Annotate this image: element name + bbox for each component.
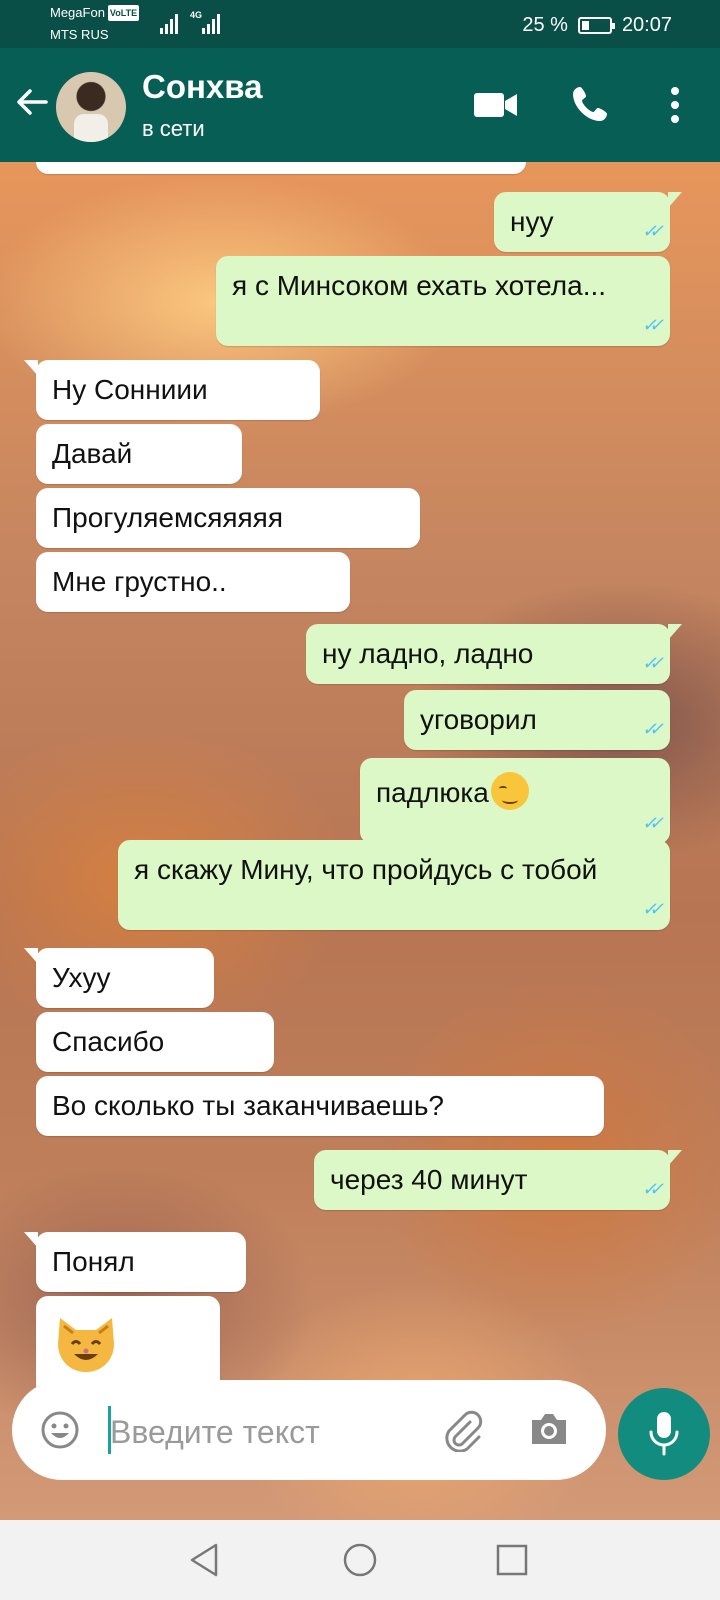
contact-status: в сети (142, 116, 205, 141)
volte-badge: VoLTE (107, 5, 140, 21)
message-text: Ухуу (52, 962, 111, 993)
message-bubble-in[interactable]: Понял (24, 1232, 246, 1292)
message-text: уговорил (420, 704, 537, 735)
message-text: я скажу Мину, что пройдусь с тобой (134, 854, 598, 885)
message-bubble-out[interactable]: ну ладно, ладно ✓✓ (306, 624, 682, 684)
read-ticks-icon: ✓✓ (641, 653, 664, 673)
emoji-icon[interactable] (40, 1410, 80, 1450)
message-bubble-out[interactable]: падлюка ✓✓ (360, 758, 670, 844)
camera-icon[interactable] (528, 1410, 570, 1448)
message-bubble-out[interactable]: я скажу Мину, что пройдусь с тобой ✓✓ (118, 840, 670, 930)
message-text: Ну Сонниии (52, 374, 208, 405)
signal-icon (160, 12, 178, 34)
message-text: нуу (510, 206, 554, 237)
cat-smile-emoji (58, 1318, 114, 1372)
read-ticks-icon: ✓✓ (641, 813, 664, 833)
carrier-2: MTS RUS (50, 27, 109, 42)
message-text: Понял (52, 1246, 135, 1277)
message-text: Прогуляемсяяяяя (52, 502, 283, 533)
attach-icon[interactable] (440, 1408, 484, 1452)
message-bubble-out[interactable]: через 40 минут ✓✓ (314, 1150, 682, 1210)
message-bubble-out[interactable]: я с Минсоком ехать хотела... ✓✓ (216, 256, 670, 346)
partial-message-bubble (36, 162, 526, 174)
message-text: падлюка (376, 777, 489, 808)
carrier-1: MegaFon VoLTE (50, 5, 140, 21)
message-bubble-in[interactable]: Прогуляемсяяяяя (36, 488, 420, 548)
nav-home-icon[interactable] (342, 1542, 378, 1578)
signal-2-icon (202, 12, 220, 34)
status-bar: MegaFon VoLTE MTS RUS 4G 25 % 20:07 (0, 0, 720, 48)
read-ticks-icon: ✓✓ (641, 899, 664, 919)
read-ticks-icon: ✓✓ (641, 315, 664, 335)
back-arrow-icon[interactable] (14, 84, 50, 120)
message-text: через 40 минут (330, 1164, 528, 1195)
video-call-icon[interactable] (474, 90, 518, 120)
message-text: Во сколько ты заканчиваешь? (52, 1090, 444, 1121)
message-composer[interactable]: Введите текст (12, 1380, 606, 1480)
read-ticks-icon: ✓✓ (641, 221, 664, 241)
message-text: Давай (52, 438, 133, 469)
message-text: Мне грустно.. (52, 566, 227, 597)
message-bubble-out[interactable]: уговорил ✓✓ (404, 690, 670, 750)
battery-percent: 25 % (522, 14, 568, 36)
message-text: Спасибо (52, 1026, 165, 1057)
system-nav-bar (0, 1520, 720, 1600)
nav-back-icon[interactable] (188, 1542, 222, 1578)
chat-area[interactable]: нуу ✓✓ я с Минсоком ехать хотела... ✓✓ Н… (0, 162, 720, 1520)
chat-header: Сонхва в сети (0, 48, 720, 162)
message-bubble-in[interactable]: Мне грустно.. (36, 552, 350, 612)
message-bubble-in[interactable]: Давай (36, 424, 242, 484)
more-icon[interactable] (670, 86, 680, 124)
message-bubble-in[interactable]: Во сколько ты заканчиваешь? (36, 1076, 604, 1136)
avatar[interactable] (56, 72, 126, 142)
message-text: я с Минсоком ехать хотела... (232, 270, 607, 301)
read-ticks-icon: ✓✓ (641, 1179, 664, 1199)
network-label: 4G (190, 10, 203, 20)
mic-icon (649, 1412, 679, 1456)
battery-icon (577, 17, 615, 34)
message-bubble-in[interactable]: Ухуу (24, 948, 214, 1008)
read-ticks-icon: ✓✓ (641, 719, 664, 739)
message-bubble-in[interactable]: Ну Сонниии (24, 360, 320, 420)
mic-button[interactable] (618, 1388, 710, 1480)
contact-name[interactable]: Сонхва (142, 68, 262, 106)
message-bubble-in[interactable]: Спасибо (36, 1012, 274, 1072)
phone-icon[interactable] (570, 84, 610, 124)
nav-recents-icon[interactable] (496, 1544, 528, 1576)
message-bubble-out[interactable]: нуу ✓✓ (494, 192, 682, 252)
message-text: ну ладно, ладно (322, 638, 534, 669)
message-input[interactable]: Введите текст (110, 1414, 320, 1451)
smirk-emoji (490, 772, 529, 810)
clock: 20:07 (621, 14, 672, 36)
